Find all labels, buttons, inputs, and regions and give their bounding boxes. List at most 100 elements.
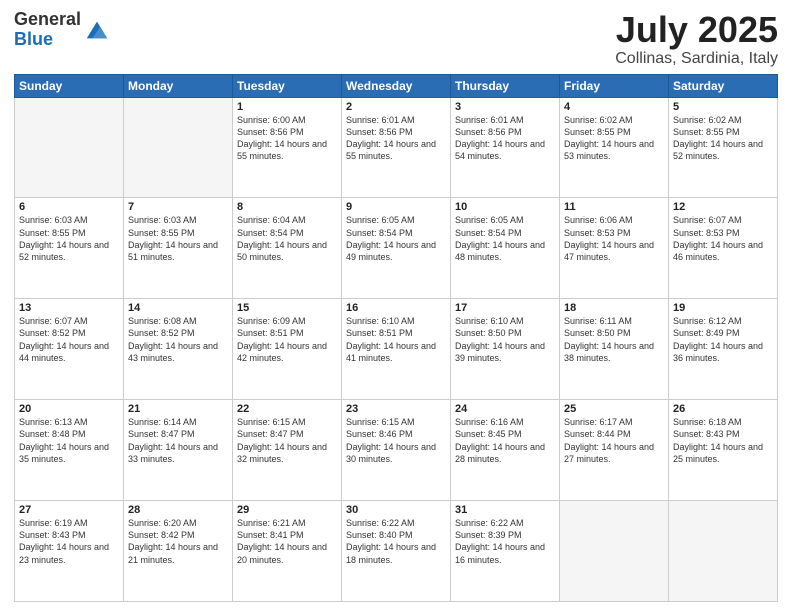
day-number: 18	[564, 302, 664, 314]
day-number: 31	[455, 504, 555, 516]
calendar-cell: 9Sunrise: 6:05 AM Sunset: 8:54 PM Daylig…	[342, 198, 451, 299]
day-info: Sunrise: 6:18 AM Sunset: 8:43 PM Dayligh…	[673, 416, 773, 465]
calendar-cell: 2Sunrise: 6:01 AM Sunset: 8:56 PM Daylig…	[342, 97, 451, 198]
main-title: July 2025	[615, 10, 778, 50]
calendar-cell: 3Sunrise: 6:01 AM Sunset: 8:56 PM Daylig…	[451, 97, 560, 198]
day-info: Sunrise: 6:17 AM Sunset: 8:44 PM Dayligh…	[564, 416, 664, 465]
calendar-cell: 28Sunrise: 6:20 AM Sunset: 8:42 PM Dayli…	[124, 501, 233, 602]
day-info: Sunrise: 6:07 AM Sunset: 8:52 PM Dayligh…	[19, 315, 119, 364]
calendar-cell: 1Sunrise: 6:00 AM Sunset: 8:56 PM Daylig…	[233, 97, 342, 198]
day-number: 21	[128, 403, 228, 415]
day-number: 27	[19, 504, 119, 516]
calendar-cell: 11Sunrise: 6:06 AM Sunset: 8:53 PM Dayli…	[560, 198, 669, 299]
day-info: Sunrise: 6:01 AM Sunset: 8:56 PM Dayligh…	[455, 114, 555, 163]
calendar-cell: 31Sunrise: 6:22 AM Sunset: 8:39 PM Dayli…	[451, 501, 560, 602]
subtitle: Collinas, Sardinia, Italy	[615, 50, 778, 68]
day-number: 4	[564, 101, 664, 113]
calendar-cell: 30Sunrise: 6:22 AM Sunset: 8:40 PM Dayli…	[342, 501, 451, 602]
day-info: Sunrise: 6:02 AM Sunset: 8:55 PM Dayligh…	[673, 114, 773, 163]
day-number: 23	[346, 403, 446, 415]
day-number: 30	[346, 504, 446, 516]
logo-icon	[83, 16, 111, 44]
day-number: 2	[346, 101, 446, 113]
calendar-cell: 20Sunrise: 6:13 AM Sunset: 8:48 PM Dayli…	[15, 400, 124, 501]
calendar-cell: 19Sunrise: 6:12 AM Sunset: 8:49 PM Dayli…	[669, 299, 778, 400]
day-number: 7	[128, 201, 228, 213]
day-info: Sunrise: 6:02 AM Sunset: 8:55 PM Dayligh…	[564, 114, 664, 163]
calendar-week-1: 1Sunrise: 6:00 AM Sunset: 8:56 PM Daylig…	[15, 97, 778, 198]
day-number: 3	[455, 101, 555, 113]
calendar-cell: 8Sunrise: 6:04 AM Sunset: 8:54 PM Daylig…	[233, 198, 342, 299]
calendar-cell: 29Sunrise: 6:21 AM Sunset: 8:41 PM Dayli…	[233, 501, 342, 602]
day-number: 9	[346, 201, 446, 213]
day-info: Sunrise: 6:14 AM Sunset: 8:47 PM Dayligh…	[128, 416, 228, 465]
day-number: 15	[237, 302, 337, 314]
calendar-header-saturday: Saturday	[669, 74, 778, 97]
day-info: Sunrise: 6:15 AM Sunset: 8:47 PM Dayligh…	[237, 416, 337, 465]
calendar-cell: 12Sunrise: 6:07 AM Sunset: 8:53 PM Dayli…	[669, 198, 778, 299]
day-info: Sunrise: 6:11 AM Sunset: 8:50 PM Dayligh…	[564, 315, 664, 364]
day-info: Sunrise: 6:15 AM Sunset: 8:46 PM Dayligh…	[346, 416, 446, 465]
calendar-header-row: SundayMondayTuesdayWednesdayThursdayFrid…	[15, 74, 778, 97]
calendar-cell: 5Sunrise: 6:02 AM Sunset: 8:55 PM Daylig…	[669, 97, 778, 198]
day-info: Sunrise: 6:21 AM Sunset: 8:41 PM Dayligh…	[237, 517, 337, 566]
calendar-cell: 15Sunrise: 6:09 AM Sunset: 8:51 PM Dayli…	[233, 299, 342, 400]
day-info: Sunrise: 6:01 AM Sunset: 8:56 PM Dayligh…	[346, 114, 446, 163]
day-number: 24	[455, 403, 555, 415]
day-number: 11	[564, 201, 664, 213]
day-info: Sunrise: 6:03 AM Sunset: 8:55 PM Dayligh…	[19, 214, 119, 263]
calendar-cell: 21Sunrise: 6:14 AM Sunset: 8:47 PM Dayli…	[124, 400, 233, 501]
calendar-cell: 13Sunrise: 6:07 AM Sunset: 8:52 PM Dayli…	[15, 299, 124, 400]
calendar-cell: 17Sunrise: 6:10 AM Sunset: 8:50 PM Dayli…	[451, 299, 560, 400]
day-info: Sunrise: 6:10 AM Sunset: 8:51 PM Dayligh…	[346, 315, 446, 364]
calendar-week-2: 6Sunrise: 6:03 AM Sunset: 8:55 PM Daylig…	[15, 198, 778, 299]
header: General Blue July 2025 Collinas, Sardini…	[14, 10, 778, 68]
day-info: Sunrise: 6:06 AM Sunset: 8:53 PM Dayligh…	[564, 214, 664, 263]
day-info: Sunrise: 6:22 AM Sunset: 8:40 PM Dayligh…	[346, 517, 446, 566]
day-info: Sunrise: 6:20 AM Sunset: 8:42 PM Dayligh…	[128, 517, 228, 566]
day-number: 10	[455, 201, 555, 213]
calendar-cell: 25Sunrise: 6:17 AM Sunset: 8:44 PM Dayli…	[560, 400, 669, 501]
day-number: 17	[455, 302, 555, 314]
logo-general: General	[14, 10, 81, 30]
day-number: 12	[673, 201, 773, 213]
day-number: 8	[237, 201, 337, 213]
calendar-table: SundayMondayTuesdayWednesdayThursdayFrid…	[14, 74, 778, 602]
day-number: 5	[673, 101, 773, 113]
day-number: 14	[128, 302, 228, 314]
calendar-cell: 14Sunrise: 6:08 AM Sunset: 8:52 PM Dayli…	[124, 299, 233, 400]
calendar-cell	[15, 97, 124, 198]
day-number: 1	[237, 101, 337, 113]
day-info: Sunrise: 6:09 AM Sunset: 8:51 PM Dayligh…	[237, 315, 337, 364]
calendar-header-thursday: Thursday	[451, 74, 560, 97]
calendar-cell: 23Sunrise: 6:15 AM Sunset: 8:46 PM Dayli…	[342, 400, 451, 501]
day-info: Sunrise: 6:08 AM Sunset: 8:52 PM Dayligh…	[128, 315, 228, 364]
day-info: Sunrise: 6:19 AM Sunset: 8:43 PM Dayligh…	[19, 517, 119, 566]
day-number: 19	[673, 302, 773, 314]
calendar-week-5: 27Sunrise: 6:19 AM Sunset: 8:43 PM Dayli…	[15, 501, 778, 602]
day-number: 26	[673, 403, 773, 415]
calendar-cell	[560, 501, 669, 602]
day-number: 13	[19, 302, 119, 314]
day-info: Sunrise: 6:00 AM Sunset: 8:56 PM Dayligh…	[237, 114, 337, 163]
day-number: 22	[237, 403, 337, 415]
calendar-week-3: 13Sunrise: 6:07 AM Sunset: 8:52 PM Dayli…	[15, 299, 778, 400]
calendar-header-friday: Friday	[560, 74, 669, 97]
calendar-cell: 24Sunrise: 6:16 AM Sunset: 8:45 PM Dayli…	[451, 400, 560, 501]
day-number: 20	[19, 403, 119, 415]
calendar-cell: 6Sunrise: 6:03 AM Sunset: 8:55 PM Daylig…	[15, 198, 124, 299]
logo-blue: Blue	[14, 30, 81, 50]
day-info: Sunrise: 6:03 AM Sunset: 8:55 PM Dayligh…	[128, 214, 228, 263]
calendar-cell: 16Sunrise: 6:10 AM Sunset: 8:51 PM Dayli…	[342, 299, 451, 400]
calendar-cell: 27Sunrise: 6:19 AM Sunset: 8:43 PM Dayli…	[15, 501, 124, 602]
day-info: Sunrise: 6:16 AM Sunset: 8:45 PM Dayligh…	[455, 416, 555, 465]
day-info: Sunrise: 6:04 AM Sunset: 8:54 PM Dayligh…	[237, 214, 337, 263]
page: General Blue July 2025 Collinas, Sardini…	[0, 0, 792, 612]
calendar-cell: 10Sunrise: 6:05 AM Sunset: 8:54 PM Dayli…	[451, 198, 560, 299]
calendar-cell	[124, 97, 233, 198]
calendar-cell: 26Sunrise: 6:18 AM Sunset: 8:43 PM Dayli…	[669, 400, 778, 501]
calendar-cell: 7Sunrise: 6:03 AM Sunset: 8:55 PM Daylig…	[124, 198, 233, 299]
day-info: Sunrise: 6:22 AM Sunset: 8:39 PM Dayligh…	[455, 517, 555, 566]
calendar-cell: 4Sunrise: 6:02 AM Sunset: 8:55 PM Daylig…	[560, 97, 669, 198]
day-number: 6	[19, 201, 119, 213]
